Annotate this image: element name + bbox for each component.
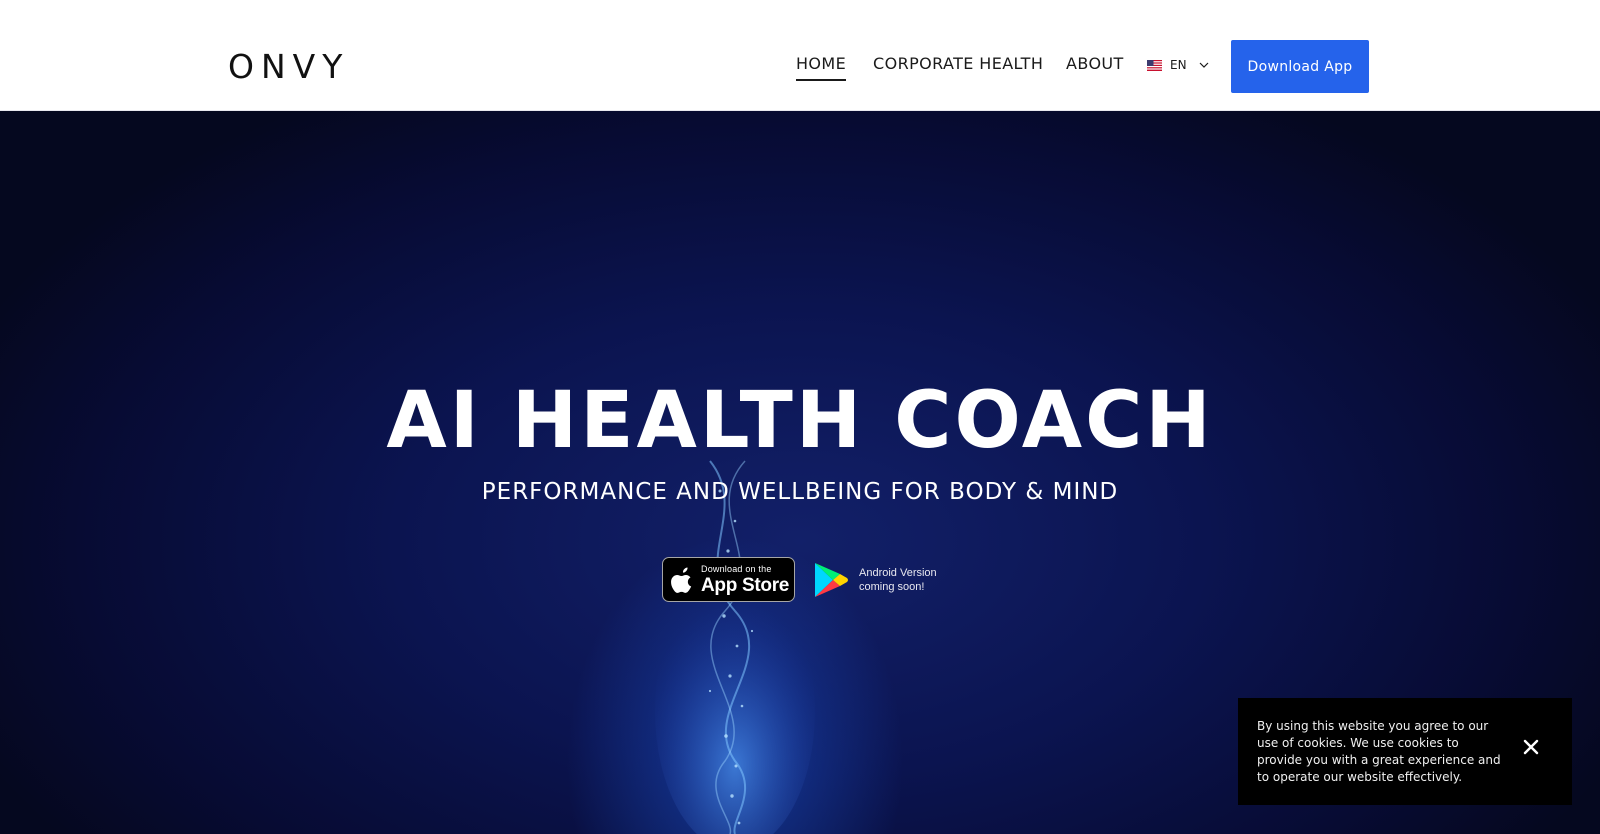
store-badges: Download on the App Store Android Versio… [662,557,937,602]
hero-section: AI HEALTH COACH PERFORMANCE AND WELLBEIN… [0,111,1600,834]
android-coming-soon-text: Android Version coming soon! [859,566,937,593]
onvy-logo[interactable]: ONVY [228,47,349,87]
language-selector[interactable]: EN [1147,58,1209,72]
nav-about[interactable]: ABOUT [1066,54,1124,73]
app-store-big-text: App Store [701,574,790,596]
us-flag-icon [1147,59,1162,71]
hero-title: AI HEALTH COACH [386,376,1214,466]
google-play-icon [815,562,848,597]
language-label: EN [1170,58,1187,72]
download-app-button[interactable]: Download App [1231,40,1369,93]
hero-subtitle: PERFORMANCE AND WELLBEING FOR BODY & MIN… [481,479,1119,505]
apple-icon [671,567,692,593]
app-store-small-text: Download on the [701,563,772,574]
app-store-badge[interactable]: Download on the App Store [662,557,795,602]
nav-corporate-health[interactable]: CORPORATE HEALTH [873,54,1043,73]
nav-home[interactable]: HOME [796,54,847,81]
chevron-down-icon [1199,62,1208,68]
cookie-banner: By using this website you agree to our u… [1238,698,1572,805]
close-icon[interactable] [1520,736,1542,758]
dna-helix-graphic [655,460,815,834]
android-badge[interactable]: Android Version coming soon! [813,561,937,599]
cookie-text: By using this website you agree to our u… [1257,719,1501,784]
site-header: ONVY HOME CORPORATE HEALTH ABOUT EN Down… [0,0,1600,111]
